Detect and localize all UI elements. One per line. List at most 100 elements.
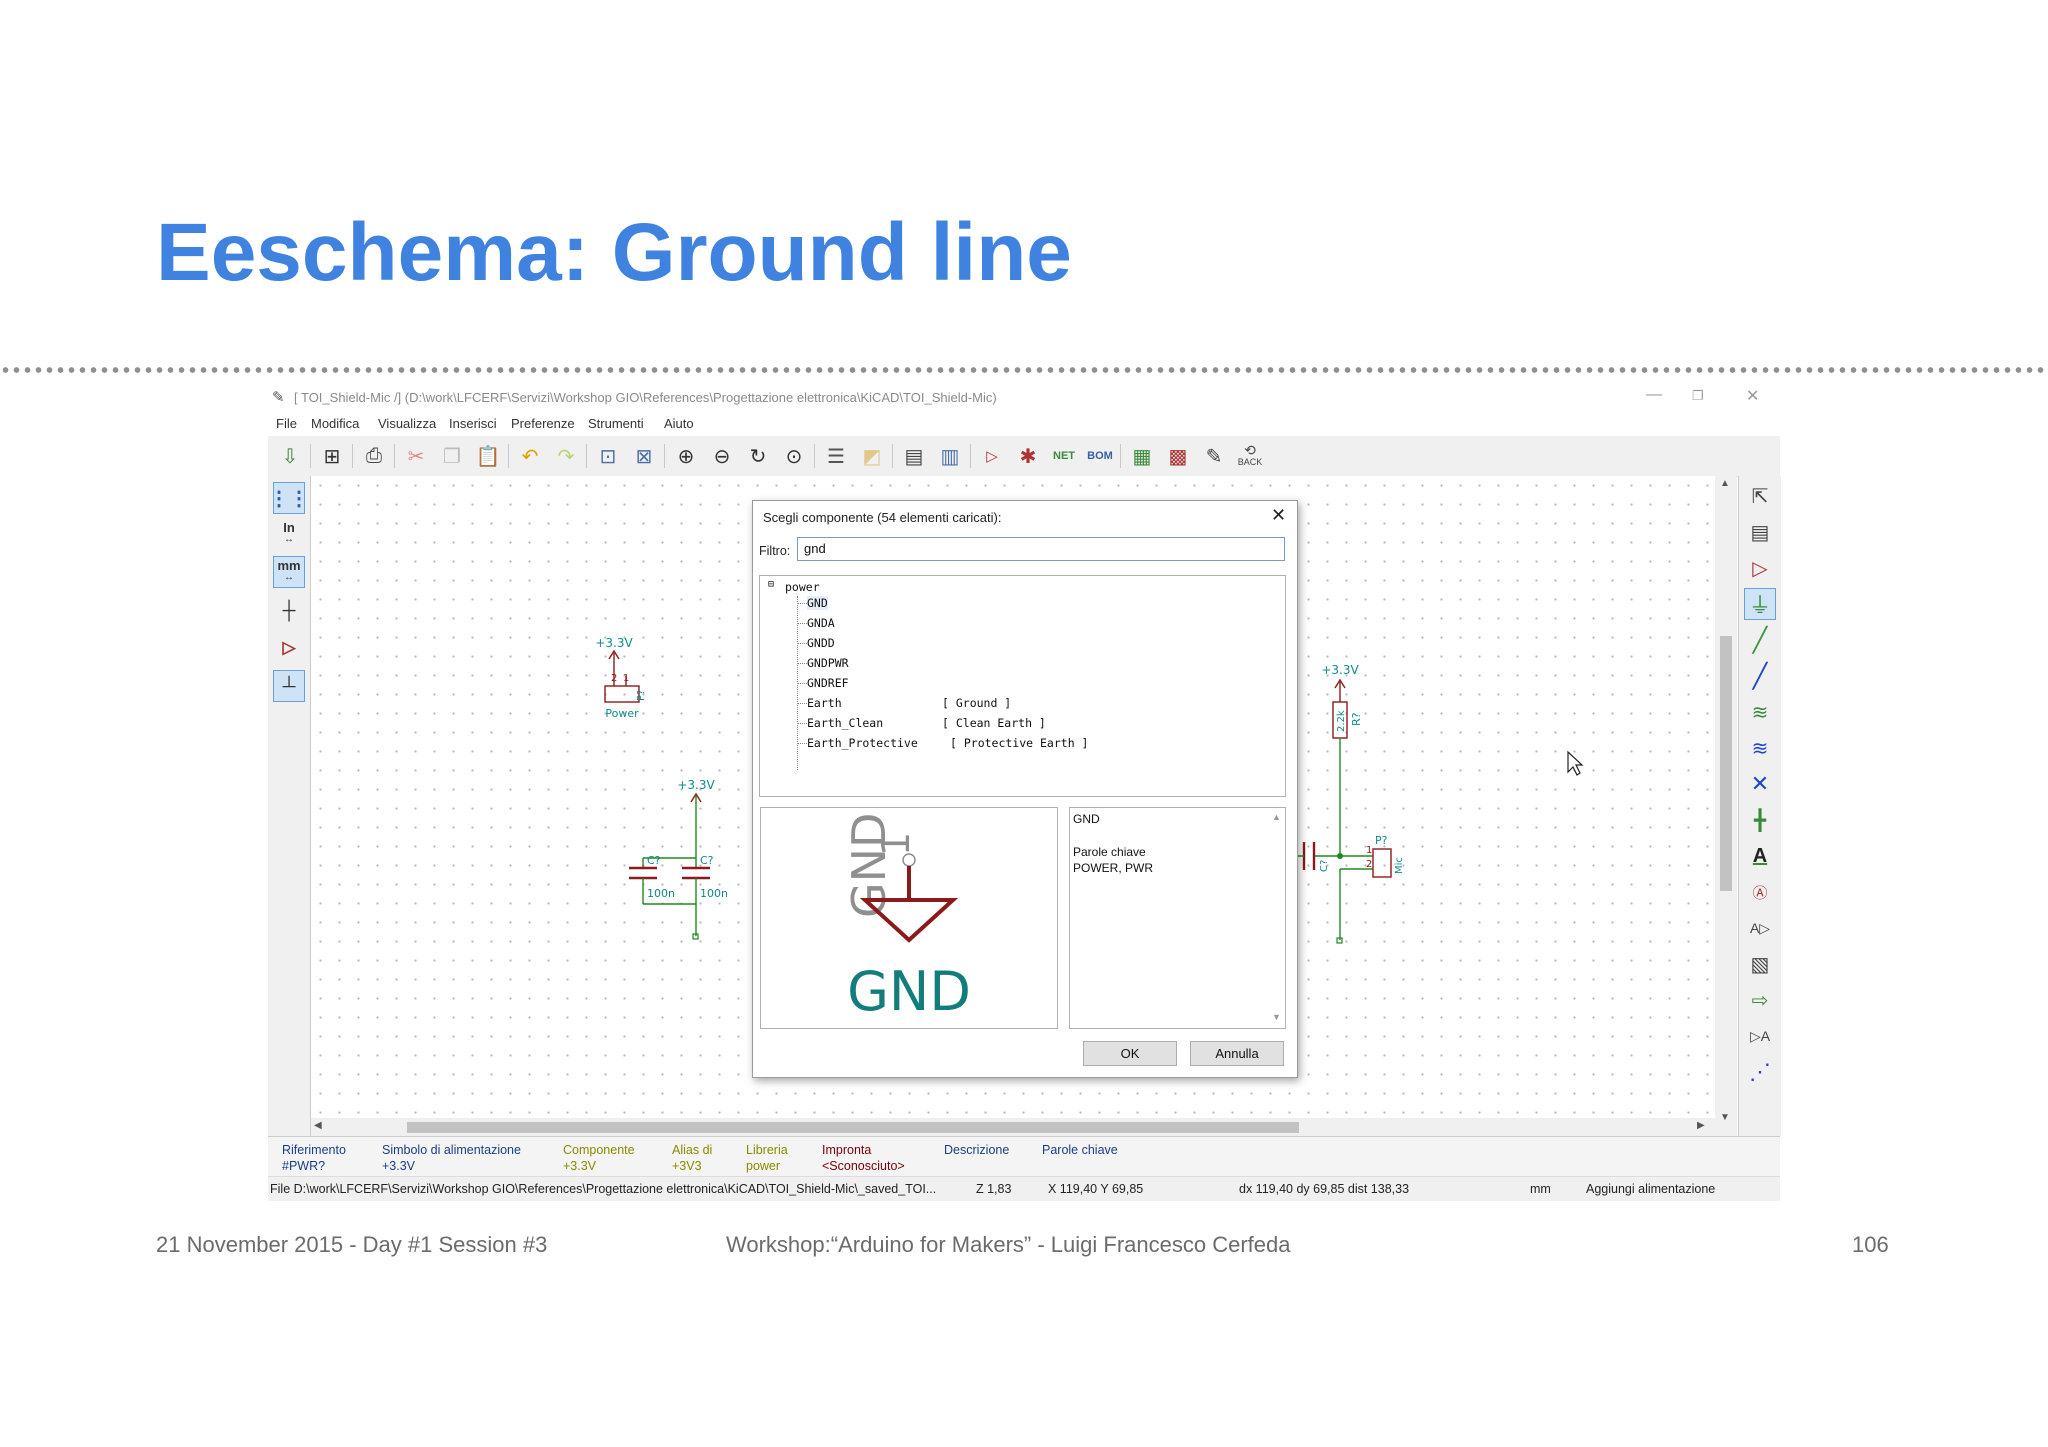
save-icon[interactable]: ⇩	[276, 442, 304, 470]
cursor-shape-icon[interactable]: ┼	[273, 594, 305, 626]
close-icon[interactable]: ✕	[1746, 386, 1759, 406]
restore-icon[interactable]: ❐	[1692, 388, 1704, 404]
cut-icon[interactable]: ✂	[402, 442, 430, 470]
vertical-scrollbar[interactable]: ▲ ▼	[1715, 476, 1737, 1136]
wire-bus-entry-icon[interactable]: ≋	[1744, 696, 1776, 728]
zoom-fit-icon[interactable]: ⊙	[780, 442, 808, 470]
tree-item[interactable]: Earth_Protective	[807, 736, 918, 750]
library-editor-icon[interactable]: ▤	[900, 442, 928, 470]
bom-icon[interactable]: BOM	[1086, 442, 1114, 470]
cvpcb-icon[interactable]: ▦	[1128, 442, 1156, 470]
hier-sheet-icon[interactable]: ▧	[1744, 948, 1776, 980]
tree-library-power[interactable]: power	[785, 580, 820, 594]
minimize-icon[interactable]: —	[1646, 386, 1662, 404]
horizontal-scrollbar[interactable]: ◀ ▶	[311, 1118, 1715, 1136]
redo-icon[interactable]: ↷	[552, 442, 580, 470]
decoupling-capacitors[interactable]: +3.3V C? C? 100n 100n	[629, 778, 728, 940]
vertical-scroll-thumb[interactable]	[1720, 636, 1732, 891]
print-icon[interactable]: ⎙	[360, 442, 388, 470]
zoom-in-icon[interactable]: ⊕	[672, 442, 700, 470]
grid-toggle-icon[interactable]: ⋮⋮	[269, 482, 309, 514]
tree-item[interactable]: Earth	[807, 696, 842, 710]
right-toolbar: ⇱ ▤ ▷ ⏚ ╱ ╱ ≋ ≋ ✕ ╋ A Ⓐ A▷ ▧ ⇨ ▷A ⋰	[1738, 476, 1781, 1136]
info-scroll-up-icon[interactable]: ▲	[1272, 812, 1281, 822]
info-value: +3.3V	[382, 1159, 416, 1173]
power-connector-symbol[interactable]: +3.3V 2 1 P? Power	[595, 636, 647, 720]
wire-angle-icon[interactable]: ┴	[273, 670, 305, 702]
select-arrow-icon[interactable]: ⇱	[1744, 480, 1776, 512]
annotate-icon[interactable]: ▷	[978, 442, 1006, 470]
scroll-up-icon[interactable]: ▲	[1720, 478, 1730, 489]
menu-strumenti[interactable]: Strumenti	[588, 416, 644, 431]
place-component-icon[interactable]: ▷	[1744, 552, 1776, 584]
highlight-net-icon[interactable]: ▤	[1744, 516, 1776, 548]
copy-icon[interactable]: ❐	[438, 442, 466, 470]
filter-input[interactable]: gnd	[797, 537, 1285, 561]
collapse-icon[interactable]: ⊟	[768, 579, 774, 590]
left-toolbar: ⋮⋮ In ↔ mm ↔ ┼ ▷ ┴	[268, 476, 311, 1136]
tree-item[interactable]: GNDD	[807, 636, 835, 650]
place-wire-icon[interactable]: ╱	[1744, 624, 1776, 656]
redraw-icon[interactable]: ↻	[744, 442, 772, 470]
units-inch-button[interactable]: In ↔	[273, 518, 305, 550]
info-col-reference: Riferimento #PWR?	[282, 1142, 346, 1174]
ok-button[interactable]: OK	[1083, 1041, 1177, 1066]
cap2-value: 100n	[700, 887, 728, 900]
tree-item[interactable]: GNDA	[807, 616, 835, 630]
window-titlebar: ✎ [ TOI_Shield-Mic /] (D:\work\LFCERF\Se…	[268, 382, 1780, 412]
graphic-line-icon[interactable]: ⋰	[1744, 1056, 1776, 1088]
back-button[interactable]: ⟲ BACK	[1236, 442, 1264, 470]
tree-item[interactable]: GNDPWR	[807, 656, 849, 670]
scroll-left-icon[interactable]: ◀	[314, 1120, 322, 1131]
no-connect-icon[interactable]: ✕	[1744, 768, 1776, 800]
netlist-icon[interactable]: NET	[1050, 442, 1078, 470]
mouse-cursor-icon	[1567, 750, 1584, 776]
info-col-power-symbol: Simbolo di alimentazione +3.3V	[382, 1142, 521, 1174]
dialog-close-icon[interactable]: ✕	[1271, 505, 1286, 526]
place-power-icon[interactable]: ⏚	[1744, 588, 1776, 620]
bus-bus-entry-icon[interactable]: ≋	[1744, 732, 1776, 764]
hidden-pins-icon[interactable]: ▷	[273, 632, 305, 664]
info-col-alias: Alias di +3V3	[672, 1142, 712, 1174]
tree-item[interactable]: Earth_Clean	[807, 716, 883, 730]
menu-aiuto[interactable]: Aiuto	[664, 416, 694, 431]
library-browser-icon[interactable]: ▥	[936, 442, 964, 470]
edit-fields-icon[interactable]: ✎	[1200, 442, 1228, 470]
leave-sheet-icon[interactable]: ◩	[858, 442, 886, 470]
menu-file[interactable]: File	[276, 416, 297, 431]
status-bar: File D:\work\LFCERF\Servizi\Workshop GIO…	[268, 1176, 1780, 1201]
page-settings-icon[interactable]: ⊞	[318, 442, 346, 470]
tree-item[interactable]: GND	[807, 596, 828, 610]
menu-visualizza[interactable]: Visualizza	[378, 416, 436, 431]
find-replace-icon[interactable]: ⊠	[630, 442, 658, 470]
info-label: Alias di	[672, 1143, 713, 1157]
undo-icon[interactable]: ↶	[516, 442, 544, 470]
global-label-icon[interactable]: Ⓐ	[1744, 876, 1776, 908]
mic-ref: P?	[1375, 834, 1388, 847]
horizontal-scroll-thumb[interactable]	[407, 1122, 1299, 1133]
find-icon[interactable]: ⊡	[594, 442, 622, 470]
paste-icon[interactable]: 📋	[474, 442, 502, 470]
erc-icon[interactable]: ✱	[1014, 442, 1042, 470]
scroll-down-icon[interactable]: ▼	[1720, 1112, 1730, 1123]
hier-label-icon[interactable]: A▷	[1744, 912, 1776, 944]
info-scroll-down-icon[interactable]: ▼	[1272, 1012, 1281, 1022]
menu-preferenze[interactable]: Preferenze	[511, 416, 575, 431]
hierarchy-navigator-icon[interactable]: ☰	[822, 442, 850, 470]
scroll-right-icon[interactable]: ▶	[1697, 1120, 1705, 1131]
net-label-icon[interactable]: A	[1744, 840, 1776, 872]
tree-item-desc: [ Clean Earth ]	[942, 716, 1046, 730]
pcbnew-icon[interactable]: ▩	[1164, 442, 1192, 470]
menu-inserisci[interactable]: Inserisci	[449, 416, 497, 431]
junction-icon[interactable]: ╋	[1744, 804, 1776, 836]
place-bus-icon[interactable]: ╱	[1744, 660, 1776, 692]
zoom-out-icon[interactable]: ⊖	[708, 442, 736, 470]
tree-item[interactable]: GNDREF	[807, 676, 849, 690]
menu-modifica[interactable]: Modifica	[311, 416, 359, 431]
sheet-pin-icon[interactable]: ▷A	[1744, 1020, 1776, 1052]
cancel-button[interactable]: Annulla	[1190, 1041, 1284, 1066]
units-mm-button[interactable]: mm ↔	[273, 556, 305, 588]
import-sheet-pin-icon[interactable]: ⇨	[1744, 984, 1776, 1016]
info-label: Simbolo di alimentazione	[382, 1143, 521, 1157]
component-tree[interactable]: ⊟ power GND GNDA GNDD GNDPWR GNDREF Eart…	[759, 575, 1286, 797]
